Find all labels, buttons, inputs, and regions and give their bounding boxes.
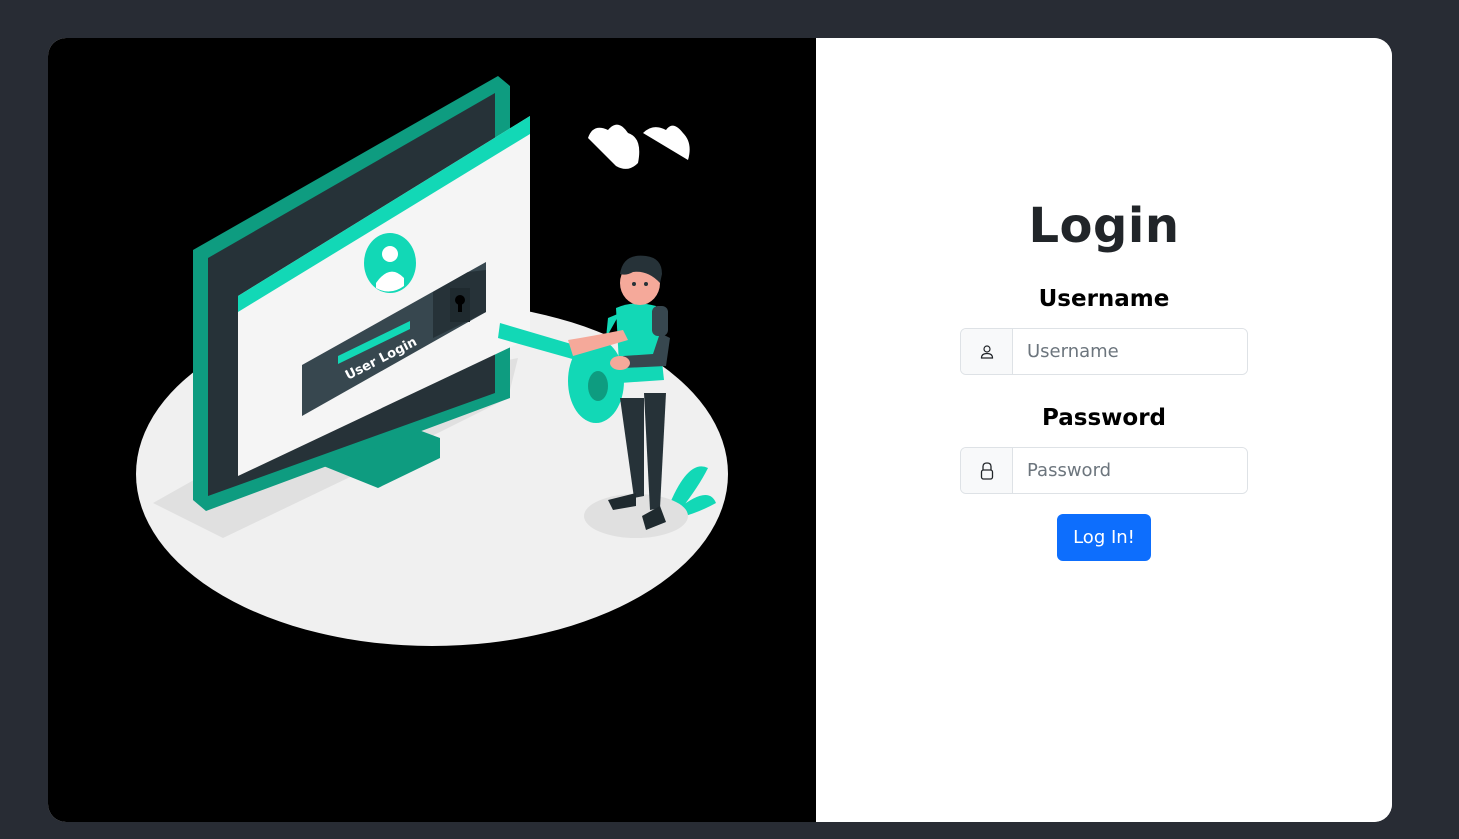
login-form: Login Username Password bbox=[816, 188, 1392, 561]
login-button[interactable]: Log In! bbox=[1057, 514, 1151, 561]
user-icon-graphic bbox=[980, 344, 993, 359]
password-input[interactable] bbox=[1013, 448, 1247, 493]
login-illustration: User Login bbox=[48, 38, 816, 822]
username-input[interactable] bbox=[1013, 329, 1247, 374]
cloud-right bbox=[643, 125, 690, 160]
password-input-group bbox=[960, 447, 1248, 494]
page-title: Login bbox=[1028, 198, 1180, 254]
user-icon bbox=[961, 329, 1013, 374]
login-card: User Login Login Username Username Passw… bbox=[48, 38, 1392, 822]
lock-icon bbox=[961, 448, 1013, 493]
cloud-left bbox=[588, 124, 640, 169]
password-label: Password bbox=[1042, 405, 1166, 431]
login-illustration-graphic: User Login bbox=[136, 76, 728, 646]
username-label: Username bbox=[1038, 286, 1170, 312]
lock-icon-graphic bbox=[980, 461, 993, 480]
login-form-panel: Login Username Password bbox=[816, 38, 1392, 822]
username-input-group bbox=[960, 328, 1248, 375]
